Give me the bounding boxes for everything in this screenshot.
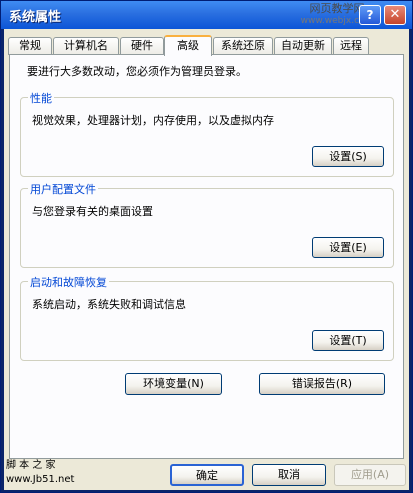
performance-title: 性能	[28, 90, 54, 106]
user-profiles-settings-button[interactable]: 设置(E)	[312, 237, 384, 258]
tab-remote[interactable]: 远程	[333, 37, 369, 55]
tab-system-restore[interactable]: 系统还原	[213, 37, 273, 55]
apply-button[interactable]: 应用(A)	[334, 464, 406, 486]
dialog-client-area: 常规 计算机名 硬件 高级 系统还原 自动更新 远程 要进行大多数改动，您必须作…	[4, 29, 409, 490]
admin-notice: 要进行大多数改动，您必须作为管理员登录。	[27, 65, 247, 78]
startup-recovery-title: 启动和故障恢复	[28, 274, 109, 290]
site-url: www.Jb51.net	[6, 474, 75, 485]
close-button[interactable]: ✕	[384, 5, 406, 25]
user-profiles-group: 用户配置文件 与您登录有关的桌面设置 设置(E)	[20, 181, 394, 268]
tab-advanced[interactable]: 高级	[164, 35, 212, 56]
title-bar[interactable]: 系统属性 网页教学网 www.webjx.com ? ✕	[1, 1, 412, 29]
startup-recovery-settings-button[interactable]: 设置(T)	[312, 330, 384, 351]
tab-automatic-updates[interactable]: 自动更新	[274, 37, 332, 55]
performance-settings-button[interactable]: 设置(S)	[312, 146, 384, 167]
startup-recovery-group: 启动和故障恢复 系统启动，系统失败和调试信息 设置(T)	[20, 274, 394, 361]
tab-general[interactable]: 常规	[8, 37, 52, 55]
environment-variables-button[interactable]: 环境变量(N)	[125, 373, 222, 395]
user-profiles-description: 与您登录有关的桌面设置	[32, 205, 153, 218]
user-profiles-title: 用户配置文件	[28, 181, 98, 197]
performance-description: 视觉效果，处理器计划，内存使用，以及虚拟内存	[32, 114, 274, 127]
system-properties-window: 系统属性 网页教学网 www.webjx.com ? ✕ 常规 计算机名 硬件 …	[0, 0, 413, 493]
window-title: 系统属性	[9, 10, 62, 25]
tab-hardware[interactable]: 硬件	[120, 37, 164, 55]
cancel-button[interactable]: 取消	[252, 464, 326, 486]
performance-group: 性能 视觉效果，处理器计划，内存使用，以及虚拟内存 设置(S)	[20, 90, 394, 177]
ok-button[interactable]: 确定	[170, 464, 244, 486]
site-watermark: 脚 本 之 家 www.Jb51.net	[6, 459, 74, 487]
tab-strip: 常规 计算机名 硬件 高级 系统还原 自动更新 远程	[8, 35, 406, 56]
site-name: 脚 本 之 家	[6, 460, 56, 471]
question-icon: ?	[366, 8, 374, 22]
advanced-tab-panel: 要进行大多数改动，您必须作为管理员登录。 性能 视觉效果，处理器计划，内存使用，…	[9, 54, 404, 459]
tab-computer-name[interactable]: 计算机名	[53, 37, 119, 55]
error-reporting-button[interactable]: 错误报告(R)	[259, 373, 385, 395]
close-icon: ✕	[389, 7, 401, 22]
startup-recovery-description: 系统启动，系统失败和调试信息	[32, 298, 186, 311]
help-button[interactable]: ?	[359, 5, 381, 25]
